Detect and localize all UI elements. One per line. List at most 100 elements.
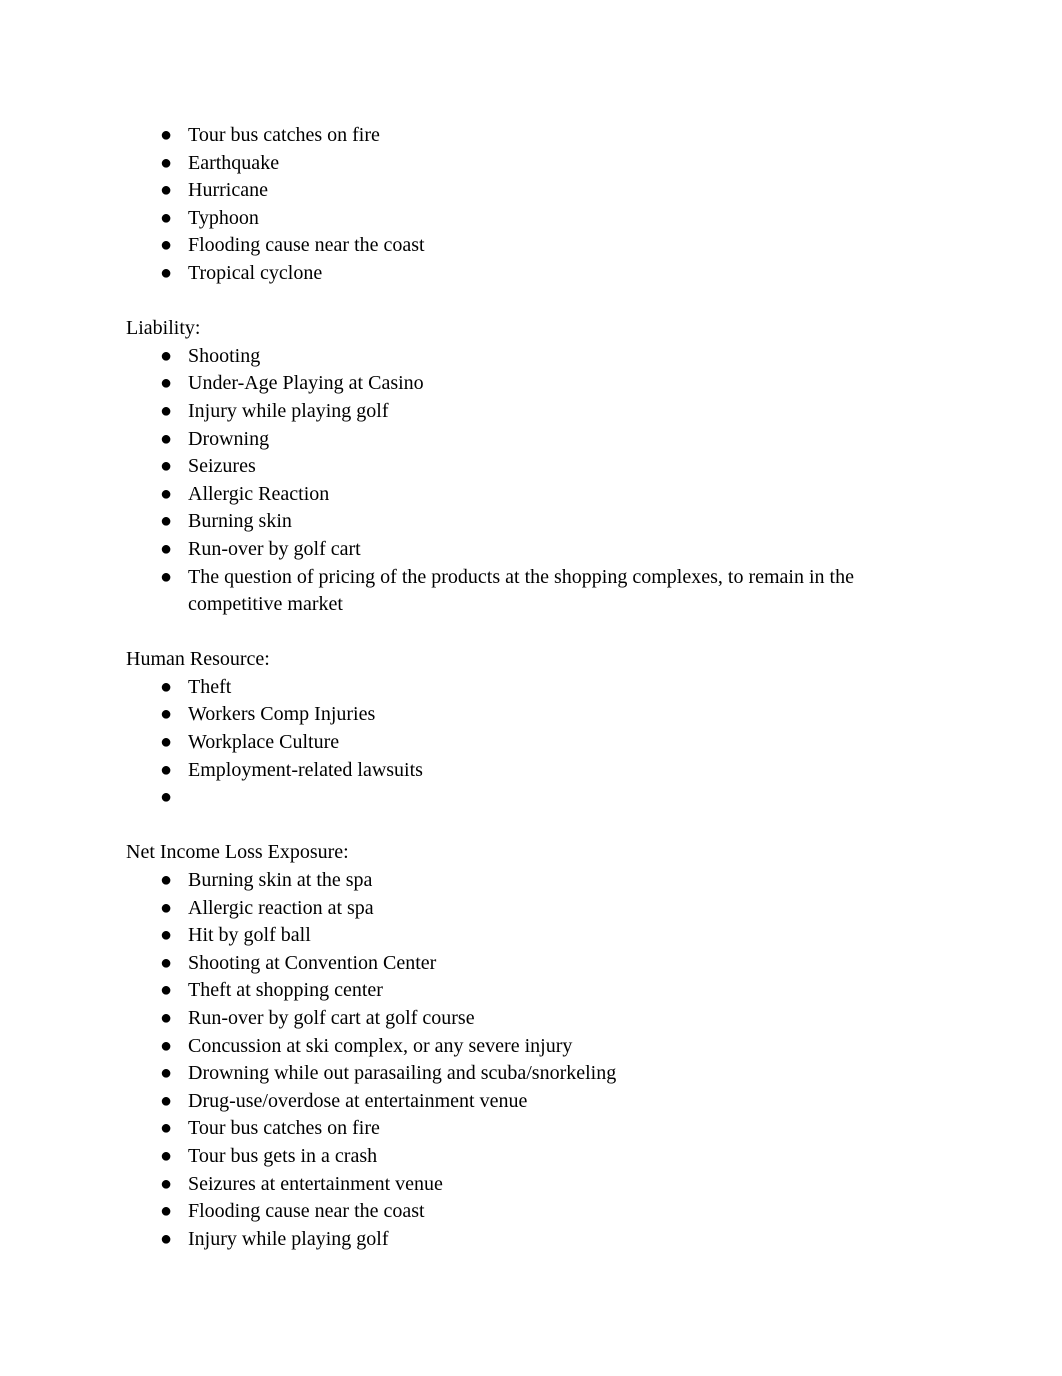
bullet-icon: ● (160, 1007, 173, 1029)
list-item-label: Drug-use/overdose at entertainment venue (188, 1089, 528, 1112)
list-item: ● Typhoon (126, 205, 938, 233)
section-heading-liability: Liability: (126, 317, 201, 340)
list-item: ● Workplace Culture (126, 729, 938, 757)
list-item: ● Seizures at entertainment venue (126, 1171, 938, 1199)
bullet-icon: ● (160, 261, 173, 284)
list-item: ● Earthquake (126, 150, 938, 178)
bullet-icon: ● (160, 1200, 173, 1223)
section-heading-net-income-loss-exposure: Net Income Loss Exposure: (126, 841, 349, 864)
list-item-label: Tropical cyclone (188, 261, 323, 284)
bullet-icon: ● (160, 1227, 173, 1250)
bullet-icon: ● (160, 1172, 173, 1195)
list-item: ● Employment-related lawsuits (126, 757, 938, 785)
list-item: ● Allergic Reaction (126, 481, 938, 509)
list-item: ● Workers Comp Injuries (126, 701, 938, 729)
list-item: ● Tour bus catches on fire (126, 1115, 938, 1143)
list-item-label: Run-over by golf cart (188, 537, 361, 560)
bullet-icon: ● (160, 372, 173, 395)
bullet-icon: ● (160, 427, 173, 450)
bullet-list-property-continued: ● Tour bus catches on fire ● Earthquake ● Hur… (126, 122, 938, 288)
list-item: ● Hit by golf ball (126, 922, 938, 950)
bullet-icon: ● (160, 758, 173, 781)
list-item-label: Allergic reaction at spa (188, 896, 374, 919)
bullet-icon: ● (160, 510, 173, 533)
list-item: ● Shooting at Convention Center (126, 950, 938, 978)
document-body: ● Tour bus catches on fire ● Earthquake ● Hur… (126, 122, 938, 1253)
list-item-label: Tour bus catches on fire (188, 1117, 380, 1140)
document-page: ● Tour bus catches on fire ● Earthquake ● Hur… (0, 0, 1062, 1376)
bullet-icon: ● (160, 924, 173, 947)
bullet-icon: ● (160, 1089, 173, 1112)
list-item: ● Shooting (126, 343, 938, 371)
bullet-icon: ● (160, 344, 173, 367)
bullet-icon: ● (160, 455, 173, 478)
bullet-list-liability: ● Shooting ● Under-Age Playing at Casino ● In… (126, 343, 938, 619)
list-item-label: Earthquake (188, 151, 280, 174)
list-item-label: Workplace Culture (188, 731, 340, 754)
list-item-label: Flooding cause near the coast (188, 234, 425, 257)
list-item: ● Injury while playing golf (126, 1226, 938, 1254)
bullet-icon: ● (160, 731, 173, 754)
list-item-label: Shooting (188, 344, 261, 367)
section-property-continued: ● Tour bus catches on fire ● Earthquake ● Hur… (126, 122, 938, 288)
bullet-icon: ● (160, 675, 173, 698)
bullet-list-human-resource: ● Theft ● Workers Comp Injuries ● Workplace C… (126, 674, 938, 812)
list-item-label: Run-over by golf cart at golf course (188, 1007, 475, 1029)
bullet-icon: ● (160, 951, 173, 974)
list-item-label: Shooting at Convention Center (188, 951, 437, 974)
list-item: ● Run-over by golf cart at golf course (126, 1005, 938, 1033)
bullet-icon: ● (160, 1117, 173, 1140)
list-item-label: Allergic Reaction (188, 482, 330, 505)
list-item-label: Burning skin (188, 510, 292, 533)
list-item: ● Allergic reaction at spa (126, 895, 938, 923)
section-liability: Liability: ● Shooting ● Under-Age Playing at… (126, 315, 938, 619)
list-item: ● Drowning (126, 426, 938, 454)
bullet-icon: ● (160, 896, 173, 919)
list-item: ● Tour bus catches on fire (126, 122, 938, 150)
bullet-icon: ● (160, 1062, 173, 1085)
list-item-label: Seizures at entertainment venue (188, 1172, 443, 1195)
list-item: ● Under-Age Playing at Casino (126, 370, 938, 398)
list-item: ● The question of pricing of the products… (126, 564, 938, 619)
list-item: ● Burning skin at the spa (126, 867, 938, 895)
bullet-icon: ● (160, 206, 173, 229)
bullet-icon: ● (160, 869, 173, 892)
list-item-label: Injury while playing golf (188, 399, 389, 422)
list-item-label: Drowning while out parasailing and scuba… (188, 1062, 617, 1085)
list-item: ● Run-over by golf cart (126, 536, 938, 564)
list-item: ● Burning skin (126, 508, 938, 536)
section-net-income-loss-exposure: Net Income Loss Exposure: ● Burning skin a… (126, 839, 938, 1253)
list-item-label: The question of pricing of the products … (188, 565, 854, 616)
list-item: ● Theft (126, 674, 938, 702)
list-item: ● Seizures (126, 453, 938, 481)
bullet-icon: ● (160, 1034, 173, 1057)
list-item: ● Injury while playing golf (126, 398, 938, 426)
list-item-label: Hit by golf ball (188, 924, 311, 947)
list-item-label: Theft (188, 675, 232, 698)
list-item-label (188, 784, 938, 812)
list-item-label: Hurricane (188, 179, 268, 202)
list-item-label: Flooding cause near the coast (188, 1200, 425, 1223)
list-item: ● Theft at shopping center (126, 977, 938, 1005)
section-human-resource: Human Resource: ● Theft ● Workers Comp Injur… (126, 646, 938, 812)
bullet-icon: ● (160, 786, 173, 809)
bullet-icon: ● (160, 179, 173, 202)
list-item-label: Under-Age Playing at Casino (188, 372, 424, 395)
bullet-icon: ● (160, 979, 173, 1002)
bullet-icon: ● (160, 151, 173, 174)
bullet-icon: ● (160, 537, 173, 560)
list-item-label: Burning skin at the spa (188, 869, 373, 892)
list-item-label: Theft at shopping center (188, 979, 383, 1002)
list-item: ● (126, 784, 938, 812)
bullet-icon: ● (160, 1144, 173, 1167)
list-item-label: Employment-related lawsuits (188, 758, 423, 781)
list-item: ● Flooding cause near the coast (126, 1198, 938, 1226)
bullet-icon: ● (160, 482, 173, 505)
list-item: ● Flooding cause near the coast (126, 232, 938, 260)
bullet-icon: ● (160, 703, 173, 726)
list-item: ● Tropical cyclone (126, 260, 938, 288)
list-item-label: Concussion at ski complex, or any severe… (188, 1034, 573, 1057)
